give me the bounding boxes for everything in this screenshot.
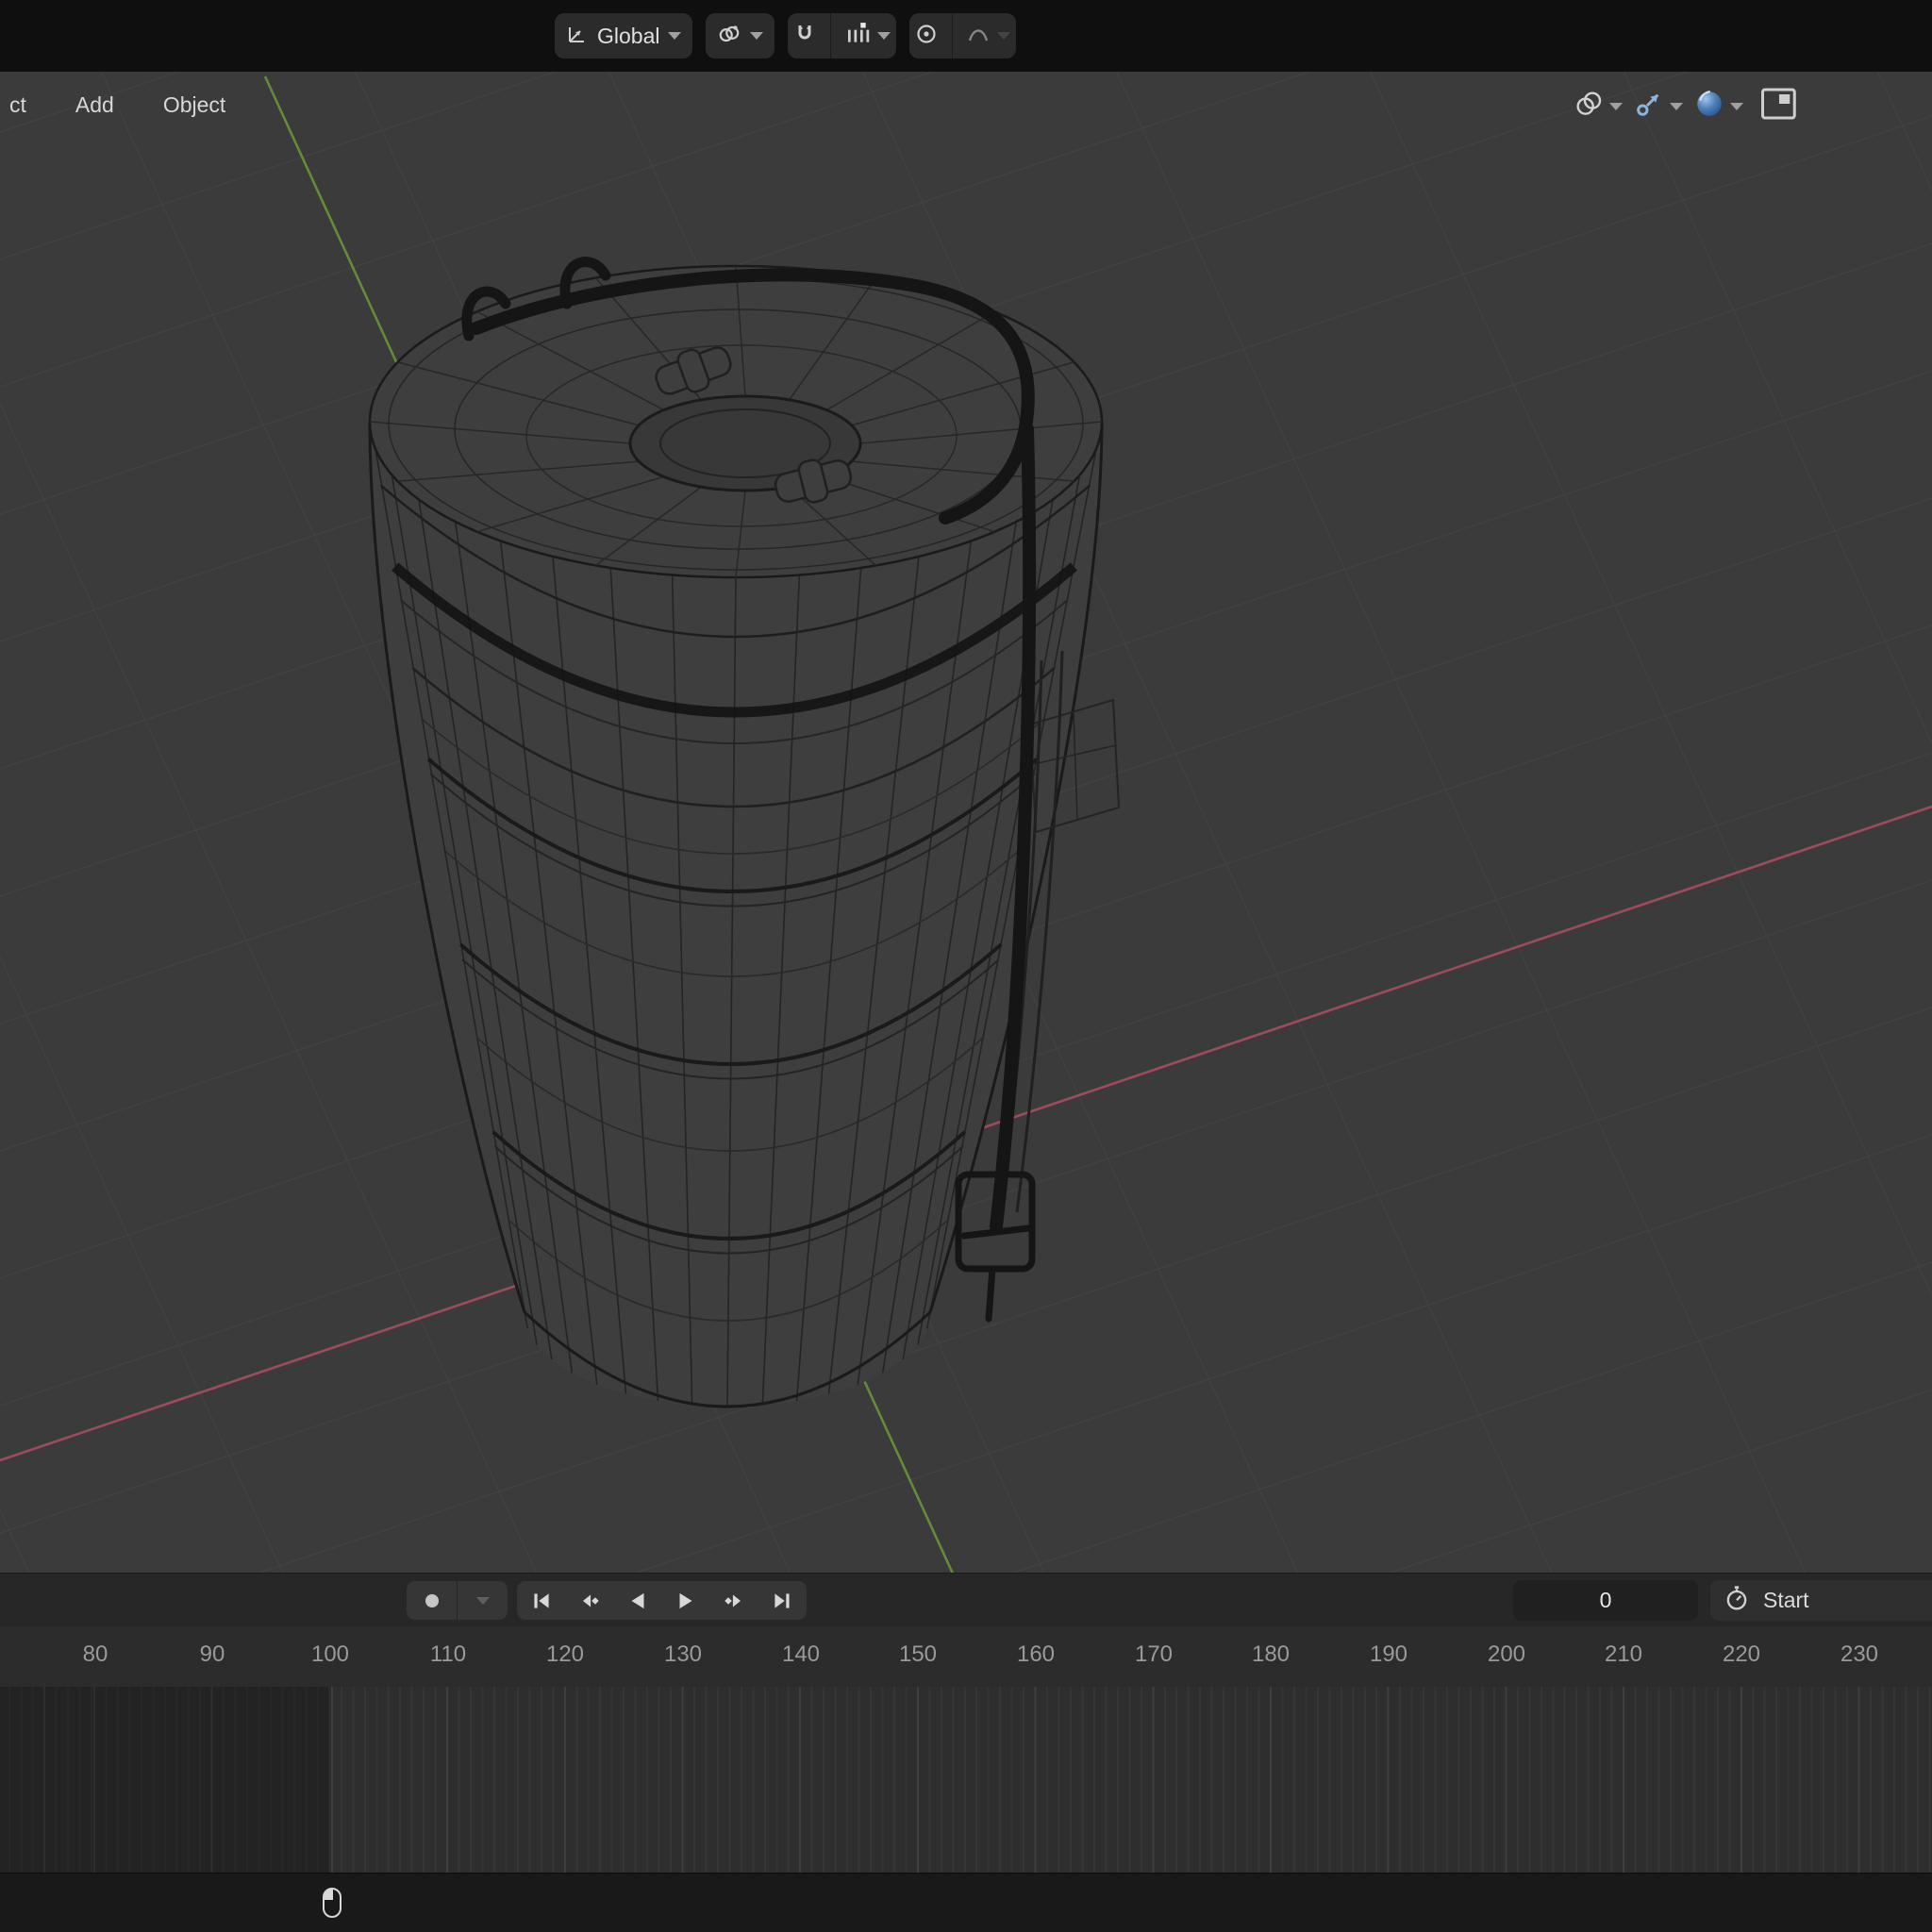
ruler-label: 200 [1487,1641,1526,1667]
chevron-down-icon [750,32,764,40]
start-frame-field[interactable]: Start [1710,1580,1932,1621]
chevron-down-icon [1670,102,1683,110]
chevron-down-icon [1609,102,1623,110]
ruler-label: 210 [1604,1641,1643,1667]
jump-to-start-button[interactable] [517,1581,565,1620]
proportional-editing-icon [915,23,938,50]
viewport-3d[interactable] [0,0,1932,1574]
magnet-icon [793,23,816,50]
jump-to-next-keyframe-button[interactable] [709,1581,758,1620]
snapping-group [788,13,897,58]
ruler-label: 170 [1134,1641,1174,1667]
ruler-label: 100 [310,1641,350,1667]
gizmos-icon [1634,89,1664,124]
menu-select-clipped[interactable]: ct [2,89,34,122]
status-bar [0,1873,1932,1932]
stopwatch-icon [1724,1585,1750,1617]
play-icon [679,1592,691,1608]
orientation-axes-icon [566,23,589,50]
chevron-down-icon [877,32,891,40]
transform-orientation-dropdown[interactable]: Global [555,13,693,58]
ruler-label: 130 [663,1641,703,1667]
snap-toggle-button[interactable] [788,13,822,58]
jump-to-start-icon [533,1592,549,1608]
ruler-label: 120 [545,1641,585,1667]
ruler-label: 220 [1722,1641,1761,1667]
overlays-dropdown[interactable] [1574,89,1623,124]
menu-add[interactable]: Add [68,89,122,122]
chevron-down-icon [668,32,682,40]
quad-view-button[interactable] [1760,87,1798,125]
falloff-curve-icon [967,23,990,50]
timeline-track[interactable] [0,1687,1932,1873]
out-of-range-shade [0,1687,332,1873]
prev-keyframe-icon [582,1594,599,1607]
ruler-label: 150 [898,1641,938,1667]
proportional-group [909,13,1017,58]
ruler-label: 160 [1016,1641,1056,1667]
chevron-down-icon [475,1596,490,1605]
ruler-label: 180 [1251,1641,1291,1667]
auto-key-dot-icon [425,1593,439,1607]
auto-keying-control [407,1581,508,1620]
current-frame-field[interactable]: 0 [1513,1580,1698,1621]
auto-key-toggle[interactable] [407,1581,457,1620]
proportional-editing-toggle[interactable] [909,13,943,58]
ruler-label: 110 [429,1641,467,1667]
play-button[interactable] [661,1581,709,1620]
snap-settings-dropdown[interactable] [840,13,896,58]
jump-to-end-button[interactable] [758,1581,806,1620]
transport-controls [517,1581,807,1620]
quad-view-icon [1760,87,1798,125]
ruler-label: 230 [1840,1641,1879,1667]
play-reverse-button[interactable] [613,1581,661,1620]
jump-to-end-icon [774,1592,790,1608]
current-frame-value: 0 [1599,1588,1612,1612]
snap-target-icon [717,22,741,51]
falloff-dropdown[interactable] [961,13,1016,58]
next-keyframe-icon [724,1594,741,1607]
keying-set-dropdown[interactable] [458,1581,508,1620]
overlays-icon [1574,89,1604,124]
topbar: Global [0,0,1932,72]
ruler-label: 140 [781,1641,821,1667]
play-reverse-icon [631,1592,643,1608]
ruler-label: 190 [1369,1641,1408,1667]
orientation-label: Global [597,23,660,48]
viewport-menus: ct Add Object [0,89,233,122]
viewport-header-right [1574,87,1798,125]
viewport-shading-icon [1694,89,1724,124]
range-start-line [331,1687,333,1873]
gizmos-dropdown[interactable] [1634,89,1683,124]
ruler-label: 90 [199,1641,225,1667]
chevron-down-icon [997,32,1011,40]
snap-target-dropdown[interactable] [706,13,775,58]
snap-increment-icon [845,22,870,51]
chevron-down-icon [1730,102,1743,110]
start-frame-label: Start [1763,1588,1809,1612]
ruler-label: 80 [82,1641,108,1667]
timeline-header: 0 Start [0,1573,1932,1626]
jump-to-prev-keyframe-button[interactable] [565,1581,613,1620]
timeline-ruler[interactable]: 80 90 100 110 120 130 140 150 160 170 18… [0,1626,1932,1687]
viewport-shading-dropdown[interactable] [1694,89,1743,124]
menu-object[interactable]: Object [156,89,233,122]
mouse-hint-icon [321,1887,343,1924]
